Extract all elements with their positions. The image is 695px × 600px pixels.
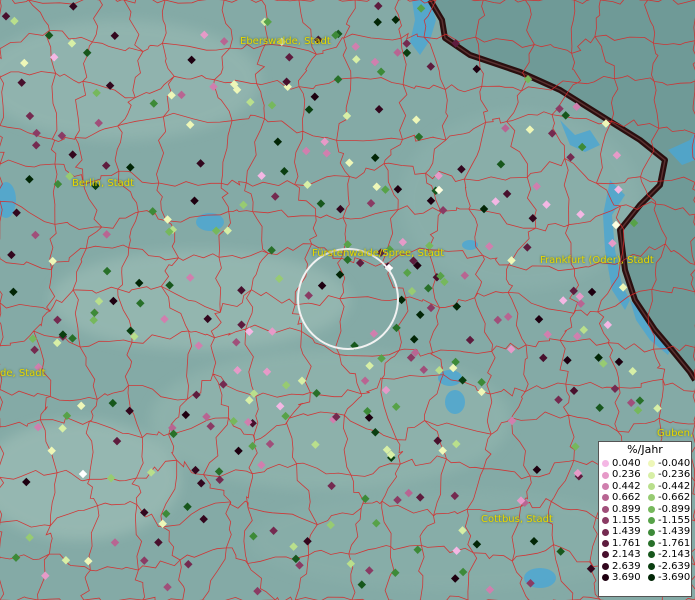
legend-swatch xyxy=(648,471,655,479)
legend-title: %/Jahr xyxy=(627,443,663,456)
legend-value: 0.662 xyxy=(612,492,641,504)
legend-swatch xyxy=(602,562,609,570)
city-label-guben: Guben, xyxy=(657,428,694,439)
legend-entry-positive: 0.236 xyxy=(599,469,645,480)
legend-entry-positive: 2.143 xyxy=(599,549,645,560)
legend-entry-negative: -2.639 xyxy=(645,561,691,572)
legend-value: -0.236 xyxy=(658,469,691,481)
legend-row: 1.761 -1.761 xyxy=(599,538,691,549)
legend-swatch xyxy=(602,528,609,536)
legend-entry-positive: 3.690 xyxy=(599,572,645,583)
legend-value: -0.899 xyxy=(658,503,691,515)
legend-swatch xyxy=(602,460,609,468)
legend-swatch xyxy=(602,482,609,490)
legend-swatch xyxy=(648,494,655,502)
legend-entry-negative: -0.899 xyxy=(645,504,691,515)
legend-swatch xyxy=(602,574,609,582)
legend-entry-negative: -1.439 xyxy=(645,526,691,537)
legend-value: -0.662 xyxy=(658,492,691,504)
legend-swatch xyxy=(648,562,655,570)
legend-value: 1.439 xyxy=(612,526,641,538)
city-label-eberswalde: Eberswalde, Stadt xyxy=(240,36,331,47)
legend-entry-negative: -1.155 xyxy=(645,515,691,526)
legend-swatch xyxy=(648,482,655,490)
legend-row: 0.236 -0.236 xyxy=(599,469,691,480)
legend-row: 0.662 -0.662 xyxy=(599,492,691,503)
legend-swatch xyxy=(602,494,609,502)
legend-row: 0.899 -0.899 xyxy=(599,504,691,515)
legend-value: -1.761 xyxy=(658,537,691,549)
legend-value: 1.155 xyxy=(612,514,641,526)
legend-value: 3.690 xyxy=(612,571,641,583)
legend-value: 2.143 xyxy=(612,549,641,561)
legend-swatch xyxy=(648,539,655,547)
legend-swatch xyxy=(602,471,609,479)
legend-entry-positive: 1.761 xyxy=(599,538,645,549)
legend-swatch xyxy=(602,539,609,547)
map-view[interactable]: Eberswalde, Stadt Berlin, Stadt Fürstenw… xyxy=(0,0,695,600)
legend-row: 0.442 -0.442 xyxy=(599,481,691,492)
map-canvas xyxy=(0,0,695,600)
legend-entry-positive: 1.439 xyxy=(599,526,645,537)
legend-value: 2.639 xyxy=(612,560,641,572)
legend-row: 1.439 -1.439 xyxy=(599,526,691,537)
legend-value: -0.040 xyxy=(658,458,691,469)
legend-entry-negative: -3.690 xyxy=(645,572,691,583)
legend-value: 1.761 xyxy=(612,537,641,549)
legend-entry-negative: -1.761 xyxy=(645,538,691,549)
legend-entry-negative: -0.662 xyxy=(645,492,691,503)
legend-swatch xyxy=(648,517,655,525)
legend-entry-negative: -0.236 xyxy=(645,469,691,480)
legend-entry-negative: -0.442 xyxy=(645,481,691,492)
legend-entry-positive: 2.639 xyxy=(599,561,645,572)
legend-value: -2.639 xyxy=(658,560,691,572)
legend-row: 0.040 -0.040 xyxy=(599,458,691,469)
legend-entry-positive: 0.442 xyxy=(599,481,645,492)
city-label-fuerstenwalde: Fürstenwalde/Spree, Stadt xyxy=(312,248,445,259)
legend-swatch xyxy=(602,551,609,559)
legend-entry-negative: -2.143 xyxy=(645,549,691,560)
legend-row: 3.690 -3.690 xyxy=(599,572,691,583)
legend-value: -0.442 xyxy=(658,480,691,492)
legend-value: 0.236 xyxy=(612,469,641,481)
legend-row: 2.143 -2.143 xyxy=(599,549,691,560)
legend-value: 0.442 xyxy=(612,480,641,492)
legend-entry-negative: -0.040 xyxy=(645,458,691,469)
legend-entry-positive: 0.040 xyxy=(599,458,645,469)
legend-value: 0.899 xyxy=(612,503,641,515)
legend-value: 0.040 xyxy=(612,458,641,469)
legend-value: -1.155 xyxy=(658,514,691,526)
legend-swatch xyxy=(602,505,609,513)
city-label-cottbus: Cottbus, Stadt xyxy=(481,514,553,525)
city-label-left: de, Stadt xyxy=(0,368,46,379)
legend-value: -2.143 xyxy=(658,549,691,561)
legend-swatch xyxy=(648,551,655,559)
legend: %/Jahr 0.040 -0.040 0.236 -0.236 0.442 -0.442… xyxy=(598,441,692,597)
legend-row: 2.639 -2.639 xyxy=(599,561,691,572)
legend-swatch xyxy=(648,528,655,536)
legend-value: -3.690 xyxy=(658,571,691,583)
legend-swatch xyxy=(648,460,655,468)
legend-row: 1.155 -1.155 xyxy=(599,515,691,526)
legend-swatch xyxy=(648,505,655,513)
city-label-frankfurt: Frankfurt (Oder), Stadt xyxy=(540,255,654,266)
legend-value: -1.439 xyxy=(658,526,691,538)
legend-entry-positive: 0.899 xyxy=(599,504,645,515)
legend-entry-positive: 1.155 xyxy=(599,515,645,526)
legend-entry-positive: 0.662 xyxy=(599,492,645,503)
legend-swatch xyxy=(602,517,609,525)
legend-swatch xyxy=(648,574,655,582)
city-label-berlin: Berlin, Stadt xyxy=(72,178,135,189)
